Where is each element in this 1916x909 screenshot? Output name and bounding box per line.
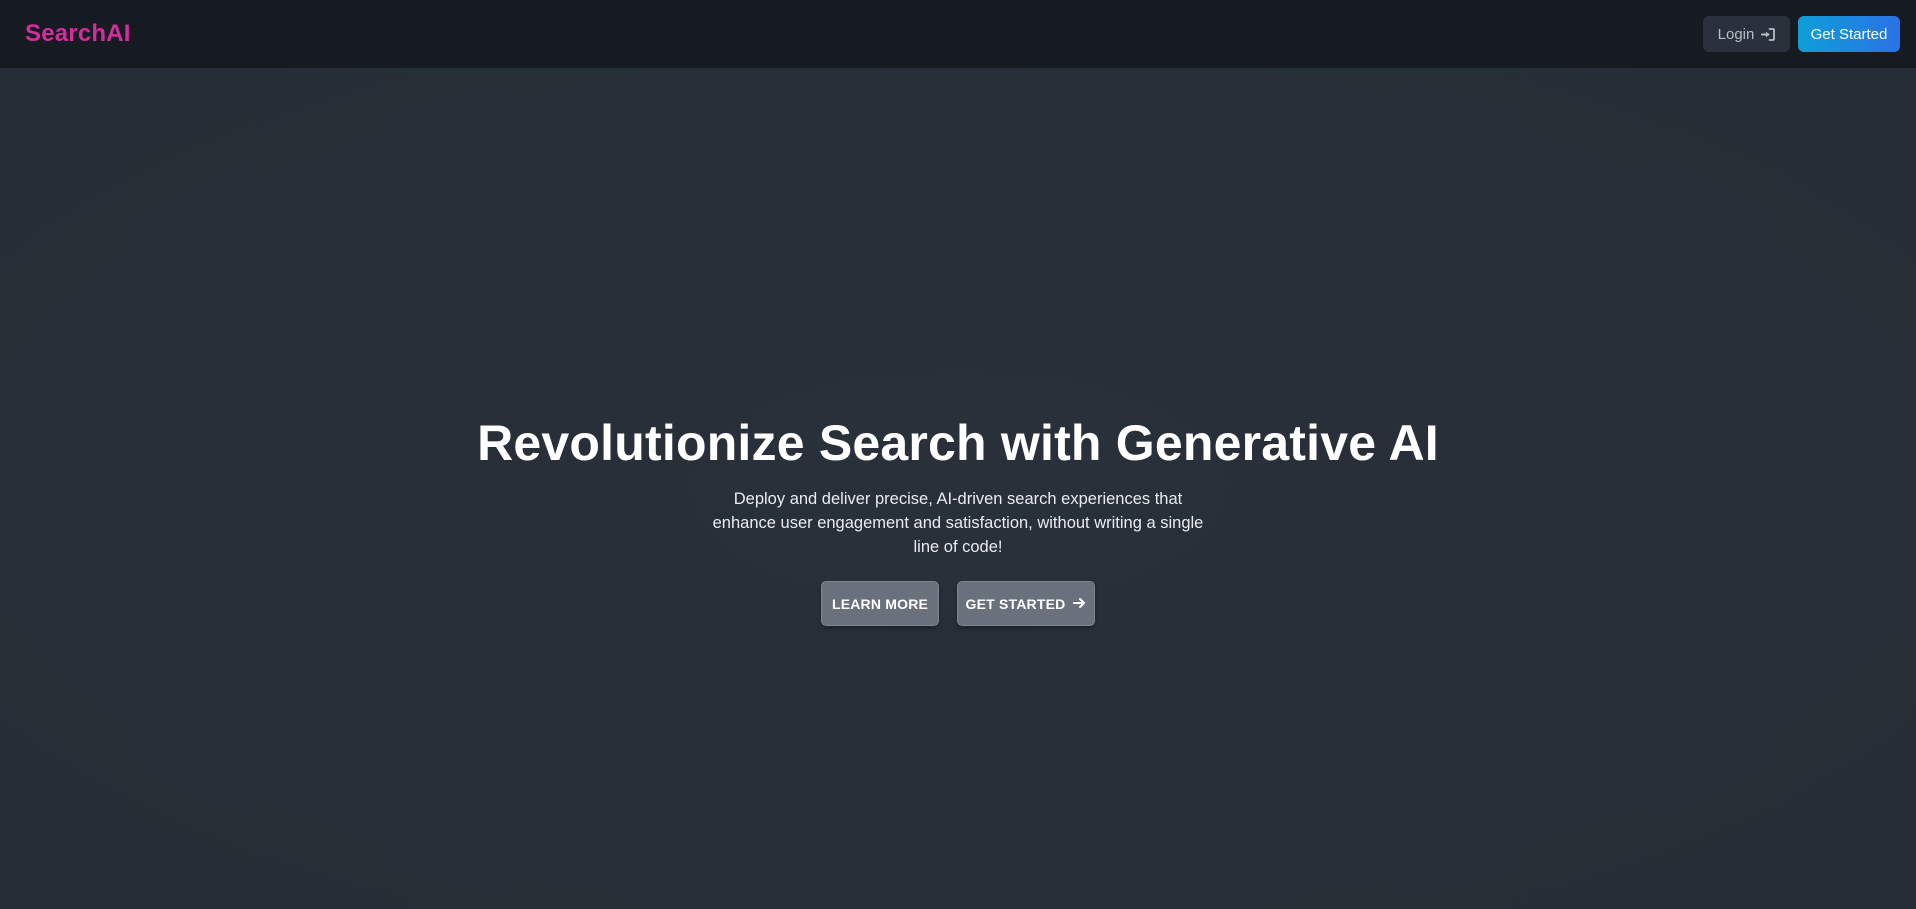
top-navbar: SearchAI Login Get Started <box>0 0 1916 68</box>
learn-more-button[interactable]: LEARN MORE <box>821 581 939 626</box>
hero-headline: Revolutionize Search with Generative AI <box>477 415 1439 471</box>
get-started-nav-button[interactable]: Get Started <box>1798 16 1900 52</box>
hero-subtext: Deploy and deliver precise, AI-driven se… <box>712 490 1204 556</box>
get-started-hero-label: GET STARTED <box>965 595 1066 612</box>
sign-in-icon <box>1761 27 1776 41</box>
get-started-hero-button[interactable]: GET STARTED <box>957 581 1095 626</box>
get-started-nav-label: Get Started <box>1810 25 1888 43</box>
login-button[interactable]: Login <box>1703 16 1790 52</box>
arrow-right-icon <box>1073 596 1086 612</box>
login-label: Login <box>1717 25 1755 43</box>
hero-button-row: LEARN MORE GET STARTED <box>821 581 1095 626</box>
learn-more-label: LEARN MORE <box>831 595 929 612</box>
brand-logo[interactable]: SearchAI <box>25 20 131 48</box>
